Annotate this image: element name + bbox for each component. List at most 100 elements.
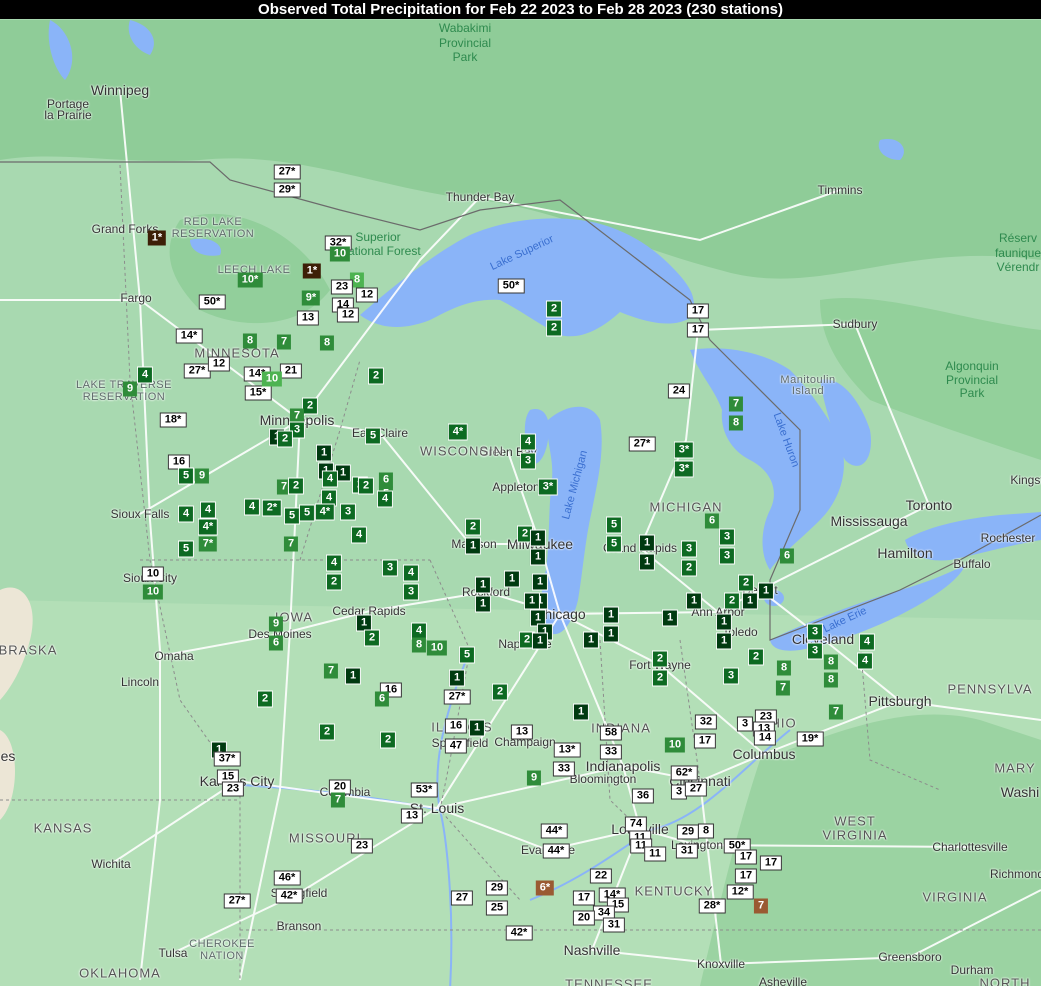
station-precip-marker[interactable]: 12 <box>207 356 231 372</box>
station-precip-marker[interactable]: 4 <box>856 652 874 670</box>
station-precip-marker[interactable]: 19* <box>796 731 824 747</box>
station-precip-marker[interactable]: 1 <box>503 570 521 588</box>
station-precip-marker[interactable]: 4* <box>314 503 336 521</box>
station-precip-marker[interactable]: 3 <box>339 503 357 521</box>
station-precip-marker[interactable]: 5 <box>364 427 382 445</box>
station-precip-marker[interactable]: 5 <box>177 467 195 485</box>
station-precip-marker[interactable]: 9* <box>301 290 321 306</box>
station-precip-marker[interactable]: 20 <box>572 910 596 926</box>
station-precip-marker[interactable]: 42* <box>275 888 303 904</box>
station-precip-marker[interactable]: 10 <box>141 566 165 582</box>
station-precip-marker[interactable]: 44* <box>540 823 568 839</box>
station-precip-marker[interactable]: 3 <box>736 716 754 732</box>
station-precip-marker[interactable]: 7 <box>330 792 346 808</box>
station-precip-marker[interactable]: 2 <box>367 367 385 385</box>
station-precip-marker[interactable]: 1 <box>661 609 679 627</box>
station-precip-marker[interactable]: 7 <box>323 663 339 679</box>
precipitation-map[interactable]: Observed Total Precipitation for Feb 22 … <box>0 0 1041 986</box>
station-precip-marker[interactable]: 9 <box>122 381 138 397</box>
station-precip-marker[interactable]: 50* <box>497 278 525 294</box>
station-precip-marker[interactable]: 17 <box>686 303 710 319</box>
station-precip-marker[interactable]: 50* <box>198 294 226 310</box>
station-precip-marker[interactable]: 4* <box>197 518 219 536</box>
station-precip-marker[interactable]: 7 <box>276 334 292 350</box>
station-precip-marker[interactable]: 27 <box>684 781 708 797</box>
station-precip-marker[interactable]: 22 <box>589 868 613 884</box>
station-precip-marker[interactable]: 17 <box>734 868 758 884</box>
station-precip-marker[interactable]: 8 <box>242 333 258 349</box>
station-precip-marker[interactable]: 3 <box>402 583 420 601</box>
station-precip-marker[interactable]: 1 <box>757 582 775 600</box>
station-precip-marker[interactable]: 8 <box>823 672 839 688</box>
station-precip-marker[interactable]: 3 <box>519 452 537 470</box>
station-precip-marker[interactable]: 2 <box>464 518 482 536</box>
station-precip-marker[interactable]: 4 <box>199 501 217 519</box>
station-precip-marker[interactable]: 1 <box>531 632 549 650</box>
station-precip-marker[interactable]: 2 <box>276 430 294 448</box>
station-precip-marker[interactable]: 33 <box>552 761 576 777</box>
station-precip-marker[interactable]: 29 <box>485 880 509 896</box>
station-precip-marker[interactable]: 32 <box>694 714 718 730</box>
station-precip-marker[interactable]: 29 <box>676 824 700 840</box>
station-precip-marker[interactable]: 2 <box>545 319 563 337</box>
station-precip-marker[interactable]: 1 <box>602 606 620 624</box>
station-precip-marker[interactable]: 13* <box>553 742 581 758</box>
station-precip-marker[interactable]: 4 <box>243 498 261 516</box>
station-precip-marker[interactable]: 1 <box>468 719 486 737</box>
station-precip-marker[interactable]: 14* <box>175 328 203 344</box>
station-precip-marker[interactable]: 3 <box>806 642 824 660</box>
station-precip-marker[interactable]: 10* <box>237 272 263 288</box>
station-precip-marker[interactable]: 4* <box>447 423 469 441</box>
station-precip-marker[interactable]: 1 <box>523 592 541 610</box>
station-precip-marker[interactable]: 46* <box>273 870 301 886</box>
station-precip-marker[interactable]: 53* <box>410 782 438 798</box>
station-precip-marker[interactable]: 27* <box>223 893 251 909</box>
station-precip-marker[interactable]: 1 <box>448 669 466 687</box>
station-precip-marker[interactable]: 1 <box>315 444 333 462</box>
station-precip-marker[interactable]: 37* <box>213 751 241 767</box>
station-precip-marker[interactable]: 7* <box>198 536 218 552</box>
station-precip-marker[interactable]: 1 <box>464 537 482 555</box>
station-precip-marker[interactable]: 17 <box>686 322 710 338</box>
station-precip-marker[interactable]: 1 <box>529 529 547 547</box>
station-precip-marker[interactable]: 4 <box>136 366 154 384</box>
station-precip-marker[interactable]: 7 <box>728 396 744 412</box>
station-precip-marker[interactable]: 2 <box>301 397 319 415</box>
station-precip-marker[interactable]: 1 <box>582 631 600 649</box>
station-precip-marker[interactable]: 2 <box>545 300 563 318</box>
station-precip-marker[interactable]: 3 <box>806 623 824 641</box>
station-precip-marker[interactable]: 74 <box>624 816 648 832</box>
station-precip-marker[interactable]: 7 <box>775 680 791 696</box>
station-precip-marker[interactable]: 1 <box>602 625 620 643</box>
station-precip-marker[interactable]: 18* <box>159 412 187 428</box>
station-precip-marker[interactable]: 5 <box>605 535 623 553</box>
station-precip-marker[interactable]: 2 <box>723 592 741 610</box>
station-precip-marker[interactable]: 8 <box>411 637 427 653</box>
station-precip-marker[interactable]: 25 <box>485 900 509 916</box>
station-precip-marker[interactable]: 10 <box>142 584 164 600</box>
station-precip-marker[interactable]: 14 <box>753 730 777 746</box>
station-precip-marker[interactable]: 10 <box>329 246 351 262</box>
station-precip-marker[interactable]: 5 <box>177 540 195 558</box>
station-precip-marker[interactable]: 1 <box>474 595 492 613</box>
station-precip-marker[interactable]: 6 <box>374 691 390 707</box>
station-precip-marker[interactable]: 12* <box>726 884 754 900</box>
station-precip-marker[interactable]: 36 <box>631 788 655 804</box>
station-precip-marker[interactable]: 33 <box>599 744 623 760</box>
station-precip-marker[interactable]: 4 <box>376 490 394 508</box>
station-precip-marker[interactable]: 4 <box>858 633 876 651</box>
station-precip-marker[interactable]: 5 <box>298 504 316 522</box>
station-precip-marker[interactable]: 8 <box>728 415 744 431</box>
station-precip-marker[interactable]: 44* <box>542 843 570 859</box>
station-precip-marker[interactable]: 1 <box>474 576 492 594</box>
station-precip-marker[interactable]: 9 <box>268 616 284 632</box>
station-precip-marker[interactable]: 1 <box>741 592 759 610</box>
station-precip-marker[interactable]: 10 <box>426 640 448 656</box>
station-precip-marker[interactable]: 12 <box>355 287 379 303</box>
station-precip-marker[interactable]: 6 <box>378 472 394 488</box>
station-precip-marker[interactable]: 5 <box>605 516 623 534</box>
station-precip-marker[interactable]: 27* <box>183 363 211 379</box>
station-precip-marker[interactable]: 1 <box>344 667 362 685</box>
station-precip-marker[interactable]: 27* <box>273 164 301 180</box>
station-precip-marker[interactable]: 17 <box>734 849 758 865</box>
